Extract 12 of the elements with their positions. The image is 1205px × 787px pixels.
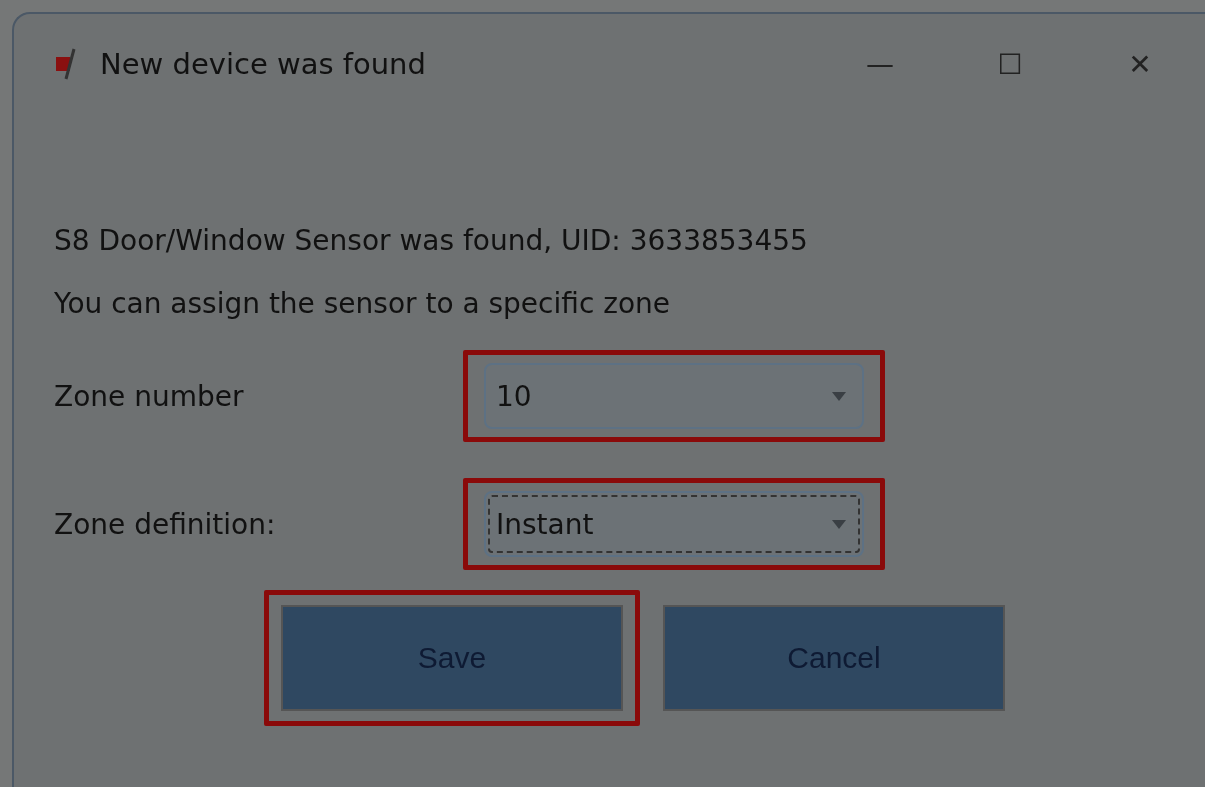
field-label: Zone definition: xyxy=(54,507,277,541)
hint-text: You can assign the sensor to a specific zone xyxy=(54,287,671,320)
window-title: New device was found xyxy=(100,47,427,81)
dropdown-field[interactable]: Instant xyxy=(484,491,864,557)
caret-icon xyxy=(832,391,846,401)
maximize-button[interactable]: ☐ xyxy=(945,34,1075,94)
field-label: Zone number xyxy=(54,379,245,413)
caret-icon xyxy=(832,519,846,529)
minimize-button[interactable]: — xyxy=(815,34,945,94)
dropdown-field[interactable]: 10 xyxy=(484,363,864,429)
close-button[interactable]: ✕ xyxy=(1075,34,1205,94)
message-text: S8 Door/Window Sensor was found, UID: 3633853455 xyxy=(54,224,809,257)
